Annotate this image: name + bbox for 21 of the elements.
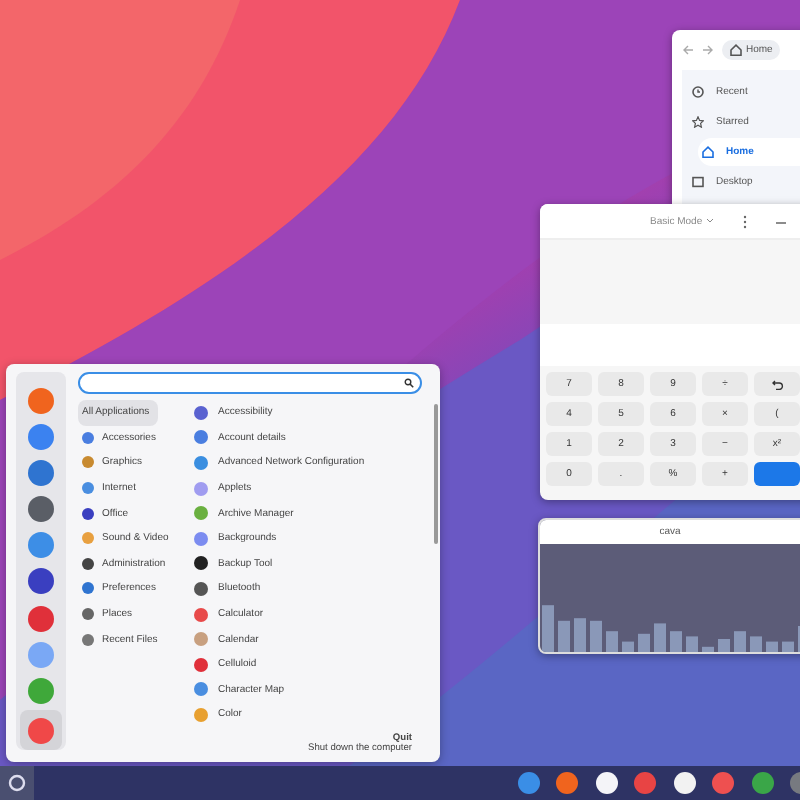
undo-button[interactable] <box>754 372 800 396</box>
minimize-icon[interactable] <box>776 218 787 224</box>
desktop-icon <box>692 176 704 188</box>
app-icon[interactable] <box>673 772 695 794</box>
menu-button[interactable] <box>0 766 34 800</box>
scrollbar[interactable] <box>434 404 438 544</box>
home-icon <box>702 146 714 158</box>
menu-icon[interactable] <box>742 213 749 229</box>
search-icon <box>404 378 414 388</box>
home-icon <box>730 44 742 56</box>
forward-icon[interactable] <box>702 44 714 56</box>
favorite-app-button[interactable] <box>20 710 62 750</box>
undo-icon <box>771 379 783 389</box>
clock-icon <box>692 86 704 98</box>
input-field[interactable] <box>540 324 800 366</box>
equals-button[interactable] <box>754 462 800 486</box>
back-icon[interactable] <box>682 44 694 56</box>
circle-icon <box>8 774 26 792</box>
star-icon <box>692 116 704 128</box>
app-icon[interactable] <box>595 772 617 794</box>
search-field[interactable] <box>78 372 422 394</box>
